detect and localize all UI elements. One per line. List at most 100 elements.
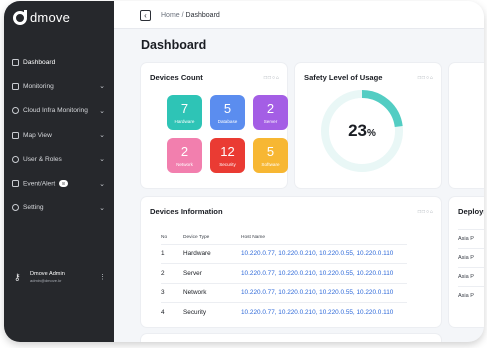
page-title: Dashboard [141,38,207,52]
devices-count-card: Devices Count □□○⌂ 7 Hardware 5 Database… [141,63,288,188]
deployment-row: Asia P [458,267,484,286]
cloud-icon [12,107,19,115]
breadcrumb-separator: / [181,12,184,19]
key-icon: ⚷ [14,272,21,282]
tile-database[interactable]: 5 Database [210,95,245,130]
app-window: dmove Dashboard Monitoring ⌄ Cloud Infra… [4,1,484,342]
card-title: Devices Count [150,73,203,82]
card-title: Safety Level of Usage [304,73,383,82]
gauge-value: 23% [318,121,406,141]
tile-server[interactable]: 2 Server [253,95,288,130]
sidebar-item-label-text: Event/Alert [23,180,56,188]
chevron-down-icon[interactable]: ⌄ [98,155,106,163]
tile-network[interactable]: 2 Network [167,138,202,173]
breadcrumb-current: Dashboard [185,12,220,19]
lower-card [141,334,441,342]
tile-label: Database [217,118,238,124]
sidebar-item-user-roles[interactable]: User & Roles ⌄ [4,147,114,171]
cell-hosts[interactable]: 10.220.0.77, 10.220.0.210, 10.220.0.55, … [241,282,407,303]
sidebar-item-label: User & Roles [23,155,62,163]
tile-label: Software [261,161,280,167]
sidebar-item-label: Map View [23,131,52,139]
tile-label: Hardware [174,118,195,124]
user-icon [12,155,19,163]
card-tools-icons[interactable]: □□○⌂ [264,75,280,81]
safety-gauge: 23% [318,87,406,175]
table-row[interactable]: 2 Server 10.220.0.77, 10.220.0.210, 10.2… [161,263,407,283]
user-profile[interactable]: ⚷ Dmove Admin admin@dmove.kr ⋮ [14,271,106,283]
tile-label: Security [219,161,236,167]
sidebar-item-label: Event/Alert 8 [23,180,98,187]
tile-value: 5 [266,143,275,159]
collapse-sidebar-button[interactable]: ‹ [140,10,151,21]
deployment-row: Asia P [458,229,484,248]
cell-no: 3 [161,282,183,303]
chevron-down-icon[interactable]: ⌄ [98,131,106,139]
sidebar-item-monitoring[interactable]: Monitoring ⌄ [4,74,114,98]
table-row[interactable]: 4 Security 10.220.0.77, 10.220.0.210, 10… [161,302,407,322]
safety-level-card: Safety Level of Usage □□○⌂ 23% [295,63,441,188]
sidebar-item-dashboard[interactable]: Dashboard [4,50,114,74]
table-header-row: No Device Type Host Name [161,232,407,244]
tile-label: Server [263,118,278,124]
table-row[interactable]: 1 Hardware 10.220.0.77, 10.220.0.210, 10… [161,243,407,264]
sidebar-item-setting[interactable]: Setting ⌄ [4,196,114,220]
devices-information-card: Devices Information □□○⌂ No Device Type … [141,197,441,327]
gear-icon [12,204,19,212]
top-bar: ‹ Home / Dashboard [114,1,484,29]
sidebar-item-cloud-infra[interactable]: Cloud Infra Monitoring ⌄ [4,99,114,123]
deployment-row: Asia P [458,286,484,305]
cell-type: Network [183,282,241,303]
sidebar-item-label: Monitoring [23,82,54,90]
cell-type: Server [183,263,241,283]
logo-text: dmove [30,10,71,25]
tile-security[interactable]: 12 Security [210,138,245,173]
tile-value: 12 [220,143,235,159]
tile-value: 2 [266,100,275,116]
user-name: Dmove Admin [30,271,65,277]
cell-no: 2 [161,263,183,283]
cell-hosts[interactable]: 10.220.0.77, 10.220.0.210, 10.220.0.55, … [241,302,407,322]
cell-type: Security [183,302,241,322]
dmove-logo-icon [13,9,27,25]
flag-icon [12,180,19,188]
cell-hosts[interactable]: 10.220.0.77, 10.220.0.210, 10.220.0.55, … [241,263,407,283]
alert-count-badge: 8 [59,180,68,187]
chevron-down-icon[interactable]: ⌄ [98,82,106,90]
chevron-down-icon[interactable]: ⌄ [98,107,106,115]
table-row[interactable]: 3 Network 10.220.0.77, 10.220.0.210, 10.… [161,282,407,303]
cell-no: 1 [161,243,183,264]
cell-hosts[interactable]: 10.220.0.77, 10.220.0.210, 10.220.0.55, … [241,243,407,264]
tile-label: Network [176,161,193,167]
sidebar-nav: Dashboard Monitoring ⌄ Cloud Infra Monit… [4,50,114,220]
deployment-card: Deploym Asia P Asia P Asia P Asia P [449,197,484,327]
gauge-unit: % [367,128,376,139]
card-tools-icons[interactable]: □□○⌂ [418,209,434,215]
card-tools-icons[interactable]: □□○⌂ [418,75,434,81]
chevron-down-icon[interactable]: ⌄ [98,180,106,188]
gauge-number: 23 [348,121,367,140]
device-tiles: 7 Hardware 5 Database 2 Server 2 Network… [167,95,288,173]
partial-card [449,63,484,188]
sidebar-item-label: Setting [23,204,44,212]
logo[interactable]: dmove [13,9,71,25]
breadcrumb-home[interactable]: Home [161,12,180,19]
dashboard-icon [12,58,19,66]
card-title: Devices Information [150,207,223,216]
column-header: Host Name [241,235,265,241]
cell-type: Hardware [183,243,241,264]
more-options-icon[interactable]: ⋮ [99,273,106,281]
map-icon [12,131,19,139]
sidebar: dmove Dashboard Monitoring ⌄ Cloud Infra… [4,1,114,342]
main-content: ‹ Home / Dashboard Dashboard Devices Cou… [114,1,484,342]
tile-software[interactable]: 5 Software [253,138,288,173]
tile-value: 5 [223,100,232,116]
cell-no: 4 [161,302,183,322]
chevron-down-icon[interactable]: ⌄ [98,204,106,212]
sidebar-item-map-view[interactable]: Map View ⌄ [4,123,114,147]
sidebar-item-event-alert[interactable]: Event/Alert 8 ⌄ [4,171,114,195]
column-header: Device Type [183,235,210,241]
tile-value: 7 [180,100,189,116]
tile-hardware[interactable]: 7 Hardware [167,95,202,130]
user-email: admin@dmove.kr [30,278,62,283]
